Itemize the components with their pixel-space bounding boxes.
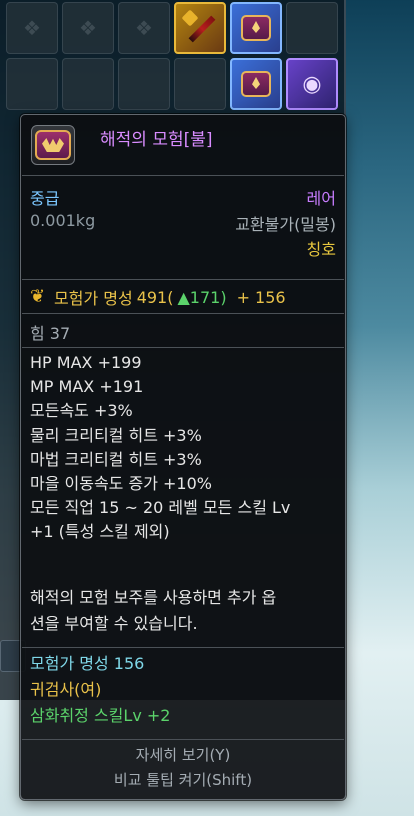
description-line: 션을 부여할 수 있습니다.	[30, 614, 198, 633]
strength-row: 힘 37	[21, 317, 345, 347]
bonus-fame: 모험가 명성 156	[30, 654, 145, 673]
divider	[22, 347, 344, 348]
orb-icon: ◉	[302, 71, 322, 97]
fame-row: ❦ 모험가 명성 491(▲171) + 156	[21, 283, 345, 313]
divider	[22, 279, 344, 280]
inventory-grid: ❖ ❖ ❖ ◉	[6, 2, 338, 110]
stat-line: 마법 크리티컬 히트 +3%	[30, 449, 202, 469]
item-info: 중급 레어 0.001kg 교환불가(밀봉) 칭호	[21, 185, 345, 285]
inventory-slot[interactable]	[286, 2, 338, 54]
description-line: 해적의 모험 보주를 사용하면 추가 옵	[30, 588, 277, 607]
stats-list: HP MAX +199 MP MAX +191 모든속도 +3% 물리 크리티컬…	[21, 351, 345, 571]
divider	[22, 739, 344, 740]
fame-bonus: + 156	[236, 287, 286, 307]
stat-line: HP MAX +199	[30, 353, 142, 372]
decor-shape-icon: ❖	[135, 16, 153, 40]
stat-line: 물리 크리티컬 히트 +3%	[30, 425, 202, 445]
stat-line: +1 (특성 스킬 제외)	[30, 522, 170, 542]
item-description: 해적의 모험 보주를 사용하면 추가 옵 션을 부여할 수 있습니다.	[21, 585, 345, 645]
fame-increase: ▲171)	[177, 287, 227, 307]
compare-tooltip-button[interactable]: 비교 툴팁 켜기(Shift)	[30, 768, 336, 793]
inventory-slot[interactable]	[62, 58, 114, 110]
bonus-skill: 삼화취정 스킬Lv +2	[30, 706, 171, 725]
stat-line: 모든속도 +3%	[30, 401, 133, 421]
stat-line: MP MAX +191	[30, 377, 144, 397]
inventory-slot[interactable]: ❖	[62, 2, 114, 54]
bonus-class: 귀검사(여)	[30, 680, 102, 699]
stat-line: 모든 직업 15 ~ 20 레벨 모든 스킬 Lv	[30, 498, 291, 518]
inventory-slot[interactable]: ❖	[6, 2, 58, 54]
strength-value: 힘 37	[30, 324, 71, 343]
sword-icon	[180, 8, 220, 48]
inventory-slot-emblem[interactable]	[230, 2, 282, 54]
item-weight: 0.001kg	[30, 211, 96, 230]
inventory-slot-emblem[interactable]	[230, 58, 282, 110]
tooltip-footer: 자세히 보기(Y) 비교 툴팁 켜기(Shift)	[21, 743, 345, 801]
inventory-slot-sword[interactable]	[174, 2, 226, 54]
item-name: 해적의 모험[불]	[100, 130, 213, 150]
fame-crest-icon: ❦	[30, 286, 46, 307]
inventory-slot[interactable]: ❖	[118, 2, 170, 54]
emblem-icon	[241, 15, 271, 41]
decor-shape-icon: ❖	[79, 16, 97, 40]
item-rarity: 레어	[306, 189, 336, 208]
fame-label: 모험가 명성	[54, 289, 133, 308]
item-icon-frame	[31, 125, 75, 165]
divider	[22, 647, 344, 648]
stat-line: 마을 이동속도 증가 +10%	[30, 474, 212, 494]
pirate-emblem-icon	[35, 130, 71, 160]
item-grade: 중급	[30, 189, 60, 208]
inventory-slot[interactable]	[118, 58, 170, 110]
item-trade-status: 교환불가(밀봉)	[235, 215, 336, 234]
details-button[interactable]: 자세히 보기(Y)	[30, 743, 336, 768]
bonus-section: 모험가 명성 156 귀검사(여) 삼화취정 스킬Lv +2	[21, 651, 345, 739]
item-tooltip: 해적의 모험[불] 중급 레어 0.001kg 교환불가(밀봉) 칭호 ❦ 모험…	[20, 114, 346, 800]
divider	[22, 313, 344, 314]
tooltip-header: 해적의 모험[불]	[21, 115, 345, 171]
inventory-slot-orb[interactable]: ◉	[286, 58, 338, 110]
inventory-slot[interactable]	[6, 58, 58, 110]
fame-value: 491(	[136, 287, 174, 307]
item-kind: 칭호	[306, 240, 336, 259]
emblem-icon	[241, 71, 271, 97]
inventory-slot[interactable]	[174, 58, 226, 110]
decor-shape-icon: ❖	[23, 16, 41, 40]
divider	[22, 175, 344, 176]
